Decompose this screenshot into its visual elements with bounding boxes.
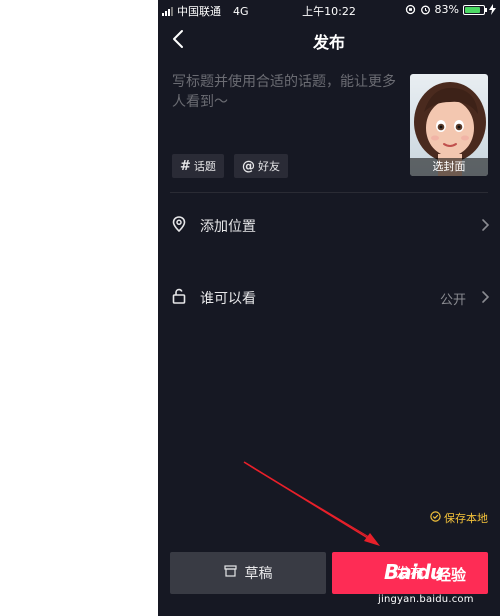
draft-label: 草稿 bbox=[244, 566, 273, 582]
chevron-right-icon bbox=[480, 217, 490, 236]
draft-button[interactable]: 草稿 bbox=[170, 552, 326, 594]
phone-screen: 中国联通 4G 上午10:22 83% 发布 写标题并使用合适的话题，能让更多人… bbox=[158, 0, 500, 616]
mention-friend-label: 好友 bbox=[258, 160, 280, 173]
hashtag-icon: # bbox=[180, 158, 191, 174]
privacy-value: 公开 bbox=[439, 293, 466, 308]
hashtag-label: 话题 bbox=[193, 160, 216, 173]
location-pin-icon bbox=[172, 216, 186, 236]
publish-label: 发布 bbox=[396, 566, 424, 582]
who-can-see-label: 谁可以看 bbox=[200, 291, 256, 307]
orientation-lock-icon bbox=[405, 4, 416, 15]
add-location-label: 添加位置 bbox=[200, 219, 256, 235]
save-local-toggle[interactable]: 保存本地 bbox=[430, 510, 488, 526]
cover-label: 选封面 bbox=[410, 158, 488, 176]
alarm-icon bbox=[420, 4, 431, 15]
publish-button[interactable]: 发布 bbox=[332, 552, 488, 594]
at-icon: @ bbox=[242, 158, 255, 174]
charging-icon bbox=[489, 4, 496, 15]
draft-box-icon bbox=[223, 565, 237, 581]
save-local-label: 保存本地 bbox=[444, 512, 488, 525]
page-title: 发布 bbox=[312, 33, 345, 52]
cover-thumbnail[interactable]: 选封面 bbox=[410, 74, 488, 176]
battery-icon bbox=[463, 4, 487, 15]
add-location-row[interactable]: 添加位置 bbox=[158, 204, 500, 244]
check-circle-icon bbox=[430, 511, 441, 525]
divider bbox=[170, 192, 488, 193]
who-can-see-row[interactable]: 谁可以看 公开 bbox=[158, 276, 500, 316]
caption-input[interactable]: 写标题并使用合适的话题，能让更多人看到～ bbox=[172, 72, 400, 112]
nav-bar: 发布 bbox=[158, 20, 500, 58]
battery-fill bbox=[465, 6, 480, 13]
battery-percent: 83% bbox=[434, 3, 459, 16]
hashtag-button[interactable]: # 话题 bbox=[172, 154, 224, 178]
mention-friend-button[interactable]: @ 好友 bbox=[234, 154, 288, 178]
chevron-right-icon bbox=[480, 289, 490, 308]
bottom-bar: 草稿 发布 bbox=[158, 552, 500, 594]
unlock-icon bbox=[172, 288, 186, 308]
status-bar: 中国联通 4G 上午10:22 83% bbox=[158, 0, 500, 20]
status-right: 83% bbox=[405, 3, 496, 16]
